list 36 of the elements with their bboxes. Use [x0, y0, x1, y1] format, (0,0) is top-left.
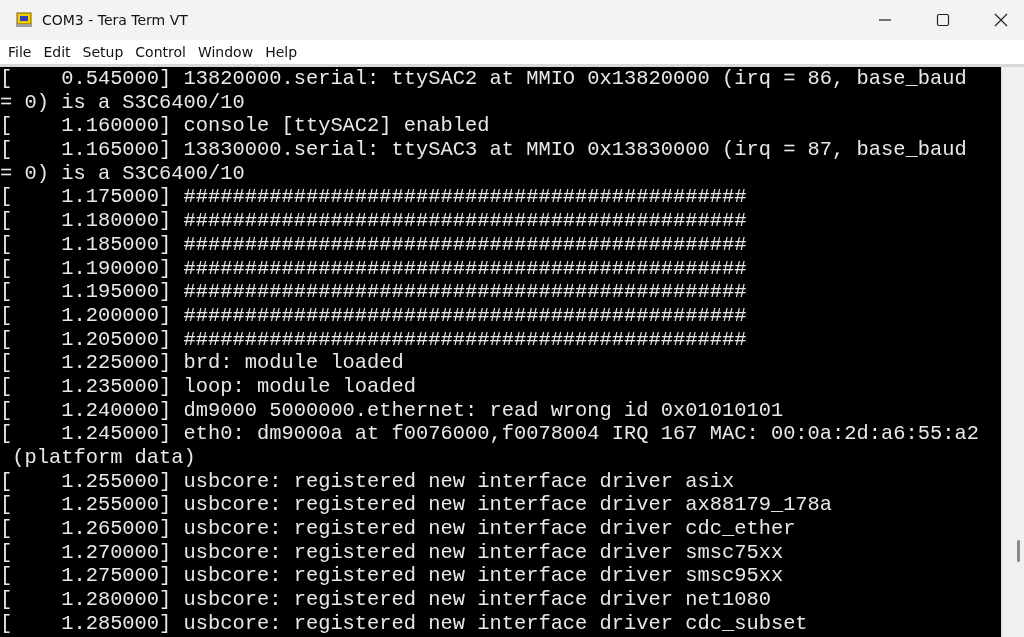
- window-title: COM3 - Tera Term VT: [42, 12, 188, 28]
- terminal-line: [ 1.235000] loop: module loaded: [0, 374, 418, 399]
- terminal-line: = 0) is a S3C6400/10: [0, 161, 246, 186]
- menu-item[interactable]: Window: [197, 44, 254, 60]
- terminal-line: = 0) is a S3C6400/10: [0, 90, 246, 115]
- menu-item[interactable]: Edit: [43, 44, 71, 60]
- terminal-line: (platform data): [11, 446, 197, 470]
- terminal-line: [ 1.180000] ##############################################: [0, 209, 748, 233]
- terminal-line: [ 1.245000] eth0: dm9000a at f0076000,f0078004 IRQ 167 MAC: 00:0a:2d:a6:55:a2: [0, 422, 980, 446]
- maximize-icon: [936, 13, 950, 27]
- terminal-line: [ 1.225000] brd: module loaded: [0, 351, 405, 375]
- terminal-line: [ 1.185000] ##############################################: [0, 232, 748, 257]
- terminal-line: [ 1.255000] usbcore: registered new interface driver asix: [0, 469, 736, 494]
- terminal-line: [ 1.270000] usbcore: registered new interface driver smsc75xx: [0, 540, 785, 565]
- terminal-line: [ 1.265000] usbcore: registered new interface driver cdc_ether: [0, 517, 797, 541]
- menu-item[interactable]: Help: [265, 44, 298, 60]
- terminal-line: [ 1.285000] usbcore: registered new interface driver cdc_subset: [0, 611, 809, 636]
- close-icon: [994, 13, 1008, 27]
- scrollbar-thumb[interactable]: [1017, 540, 1020, 562]
- terminal-line: [ 0.545000] 13820000.serial: ttySAC2 at MMIO 0x13820000 (irq = 86, base_baud: [0, 67, 968, 91]
- terminal-line: [ 1.165000] 13830000.serial: ttySAC3 at MMIO 0x13830000 (irq = 87, base_baud: [0, 138, 968, 162]
- app-icon: [15, 12, 33, 28]
- terminal-line: [ 1.200000] ##############################################: [0, 303, 748, 328]
- terminal-line: [ 1.240000] dm9000 5000000.ethernet: read wrong id 0x01010101: [0, 398, 785, 423]
- terminal-line: [ 1.205000] ##############################################: [0, 327, 748, 352]
- terminal-line: [ 1.255000] usbcore: registered new interface driver ax88179_178a: [0, 493, 834, 518]
- terminal-line: [ 1.275000] usbcore: registered new interface driver smsc95xx: [0, 564, 785, 589]
- terminal-line: [ 1.190000] ##############################################: [0, 256, 748, 281]
- terminal-line: [ 1.280000] usbcore: registered new interface driver net1080: [0, 588, 772, 612]
- menu-item[interactable]: File: [8, 44, 32, 60]
- menu-item[interactable]: Setup: [82, 44, 124, 60]
- terminal-line: [ 1.175000] ##############################################: [0, 185, 748, 210]
- menu-item[interactable]: Control: [135, 44, 186, 60]
- terminal-line: [ 1.160000] console [ttySAC2] enabled: [0, 114, 491, 139]
- scrollbar[interactable]: [1001, 67, 1024, 637]
- terminal-line: [ 1.195000] ##############################################: [0, 280, 748, 304]
